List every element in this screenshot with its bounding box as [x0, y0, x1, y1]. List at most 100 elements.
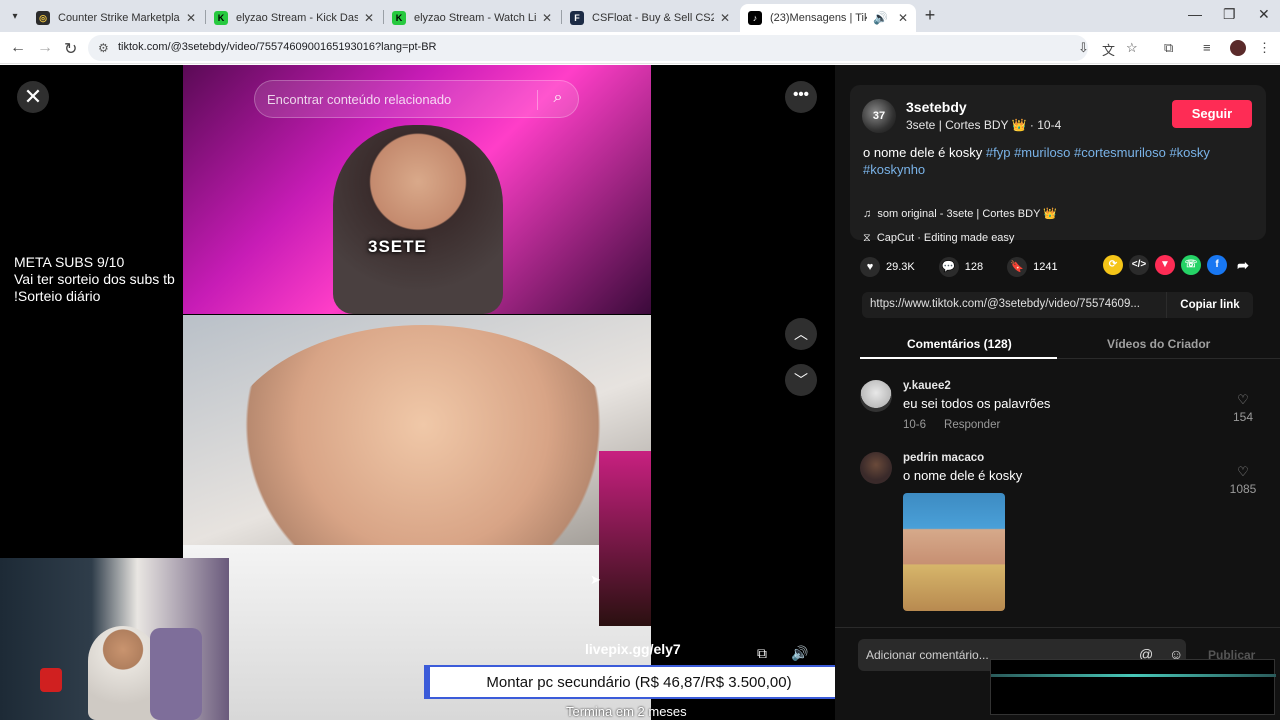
translate-icon[interactable]: 文	[1102, 40, 1115, 59]
new-tab-button[interactable]: +	[920, 6, 940, 26]
copy-link-button[interactable]: Copiar link	[1166, 292, 1253, 318]
music-link[interactable]: ♫ som original - 3sete | Cortes BDY 👑	[863, 207, 1057, 220]
webcam-mic	[40, 668, 62, 692]
tab-comments[interactable]: Comentários (128)	[907, 337, 1012, 351]
search-divider	[537, 90, 538, 110]
tab-kick-live[interactable]: K elyzao Stream - Watch Live on K ✕	[384, 4, 560, 32]
whatsapp-icon[interactable]: ☏	[1181, 255, 1201, 275]
search-icon[interactable]: ⌕	[543, 89, 573, 111]
tab-tiktok[interactable]: ♪ (23)Mensagens | TikTok 🔊 ✕	[740, 4, 916, 32]
commenter-avatar[interactable]	[860, 380, 892, 412]
comment-icon[interactable]: 💬	[938, 257, 959, 277]
reply-link[interactable]: Responder	[944, 419, 1000, 431]
close-tab-icon[interactable]: ✕	[720, 11, 730, 25]
reload-icon[interactable]: ↻	[64, 39, 77, 59]
hashtag-link[interactable]: #koskynho	[863, 162, 925, 177]
previous-video-button[interactable]: ︿	[785, 318, 817, 350]
goal-countdown: Termina em 2 meses	[566, 704, 687, 719]
hashtag-link[interactable]: #fyp	[986, 145, 1011, 160]
close-tab-icon[interactable]: ✕	[898, 11, 908, 25]
commenter-avatar[interactable]	[860, 452, 892, 484]
install-app-icon[interactable]: ⇩	[1078, 40, 1089, 56]
bookmark-star-icon[interactable]: ☆	[1126, 40, 1138, 56]
music-title: som original - 3sete | Cortes BDY	[877, 208, 1041, 220]
tab-search-icon[interactable]: ▾	[4, 5, 26, 27]
widget-line	[991, 674, 1276, 677]
forward-arrow-icon[interactable]: →	[37, 39, 53, 57]
tiktok-favicon-icon: ♪	[748, 11, 762, 25]
close-video-button[interactable]: ✕	[17, 81, 49, 113]
commenter-name[interactable]: pedrin macaco	[903, 452, 984, 464]
share-link-text[interactable]: https://www.tiktok.com/@3setebdy/video/7…	[870, 298, 1160, 310]
close-tab-icon[interactable]: ✕	[186, 11, 196, 25]
video-frame-bottom[interactable]	[183, 315, 651, 720]
bookmark-icon[interactable]: 🔖	[1007, 257, 1028, 277]
media-control-icon[interactable]: ≡	[1203, 40, 1211, 55]
hashtag-link[interactable]: #muriloso	[1014, 145, 1070, 160]
crown-icon: 👑	[1043, 208, 1057, 220]
related-search-input[interactable]	[267, 89, 532, 109]
music-note-icon: ♫	[863, 208, 872, 220]
commenter-name[interactable]: y.kauee2	[903, 380, 951, 392]
share-icons: ⟳ </> ▼ ☏ f ➦	[1103, 255, 1259, 275]
like-count: 29.3K	[886, 261, 915, 273]
cs-favicon-icon: ◎	[36, 11, 50, 25]
capcut-icon: ⧖	[863, 232, 871, 244]
address-bar[interactable]: ⚙ tiktok.com/@3setebdy/video/75574609001…	[88, 35, 1088, 61]
send-icon[interactable]: ▼	[1155, 255, 1175, 275]
tab-kick-dashboard[interactable]: K elyzao Stream - Kick Dashboard ✕	[206, 4, 382, 32]
stream-overlay-widget	[990, 659, 1276, 715]
extensions-icon[interactable]: ⧉	[1164, 40, 1173, 56]
engagement-stats: ♥ 29.3K 💬 128 🔖 1241	[860, 255, 1058, 279]
browser-menu-icon[interactable]: ⋮	[1258, 40, 1271, 56]
csfloat-favicon-icon: F	[570, 11, 584, 25]
close-tab-icon[interactable]: ✕	[542, 11, 552, 25]
author-avatar[interactable]: 37	[862, 99, 896, 133]
share-arrow-icon[interactable]: ➦	[1233, 255, 1253, 275]
streamer-webcam	[0, 558, 229, 720]
hashtag-link[interactable]: #kosky	[1169, 145, 1209, 160]
follow-button[interactable]: Seguir	[1172, 100, 1252, 128]
kick-favicon-icon: K	[392, 11, 406, 25]
facebook-icon[interactable]: f	[1207, 255, 1227, 275]
miniplayer-icon[interactable]: ⧉	[751, 645, 773, 667]
profile-avatar[interactable]	[1230, 40, 1246, 56]
more-options-button[interactable]: •••	[785, 81, 817, 113]
post-date: · 10-4	[1029, 118, 1062, 132]
heart-icon[interactable]: ♥	[860, 257, 880, 277]
minimize-icon[interactable]: —	[1188, 6, 1202, 22]
comment-like-count: 1085	[1229, 482, 1257, 496]
speaker-icon[interactable]: 🔊	[873, 11, 888, 25]
close-tab-icon[interactable]: ✕	[364, 11, 374, 25]
hashtag-link[interactable]: #cortesmuriloso	[1074, 145, 1166, 160]
comment-like[interactable]: ♡ 154	[1228, 392, 1258, 424]
repost-icon[interactable]: ⟳	[1103, 255, 1123, 275]
embed-code-icon[interactable]: </>	[1129, 255, 1149, 275]
comment-item: pedrin macaco o nome dele é kosky ♡ 1085	[860, 452, 1258, 617]
comment-like[interactable]: ♡ 1085	[1228, 464, 1258, 496]
tab-counter-strike[interactable]: ◎ Counter Strike Marketplace, Bu ✕	[28, 4, 204, 32]
browser-toolbar: ← → ↻ ⚙ tiktok.com/@3setebdy/video/75574…	[0, 32, 1280, 64]
active-tab-indicator	[860, 357, 1057, 359]
donation-goal-bar: Montar pc secundário (R$ 46,87/R$ 3.500,…	[424, 665, 850, 699]
capcut-link[interactable]: ⧖ CapCut · Editing made easy	[863, 232, 1014, 245]
author-card: 37 3setebdy 3sete | Cortes BDY 👑 · 10-4 …	[850, 85, 1266, 244]
next-video-button[interactable]: ﹀	[785, 364, 817, 396]
volume-icon[interactable]: 🔊	[789, 645, 811, 667]
author-display-name: 3sete | Cortes BDY	[906, 118, 1009, 132]
restore-icon[interactable]: ❐	[1223, 6, 1236, 23]
window-close-icon[interactable]: ✕	[1258, 6, 1270, 23]
author-username[interactable]: 3setebdy	[906, 99, 967, 115]
kick-favicon-icon: K	[214, 11, 228, 25]
tab-title: Counter Strike Marketplace, Bu	[58, 12, 180, 24]
crown-icon: 👑	[1011, 118, 1027, 132]
stream-overlay-text: META SUBS 9/10 Vai ter sorteio dos subs …	[14, 254, 175, 304]
tab-csfloat[interactable]: F CSFloat - Buy & Sell CS2 Skins ✕	[562, 4, 738, 32]
tab-creator-videos[interactable]: Vídeos do Criador	[1107, 337, 1210, 351]
comment-item: y.kauee2 eu sei todos os palavrões 10-6 R…	[860, 380, 1255, 440]
tab-title: CSFloat - Buy & Sell CS2 Skins	[592, 12, 714, 24]
back-arrow-icon[interactable]: ←	[10, 39, 26, 57]
site-settings-icon[interactable]: ⚙	[98, 41, 109, 55]
comment-image[interactable]	[903, 493, 1005, 611]
details-panel: 37 3setebdy 3sete | Cortes BDY 👑 · 10-4 …	[835, 65, 1280, 720]
